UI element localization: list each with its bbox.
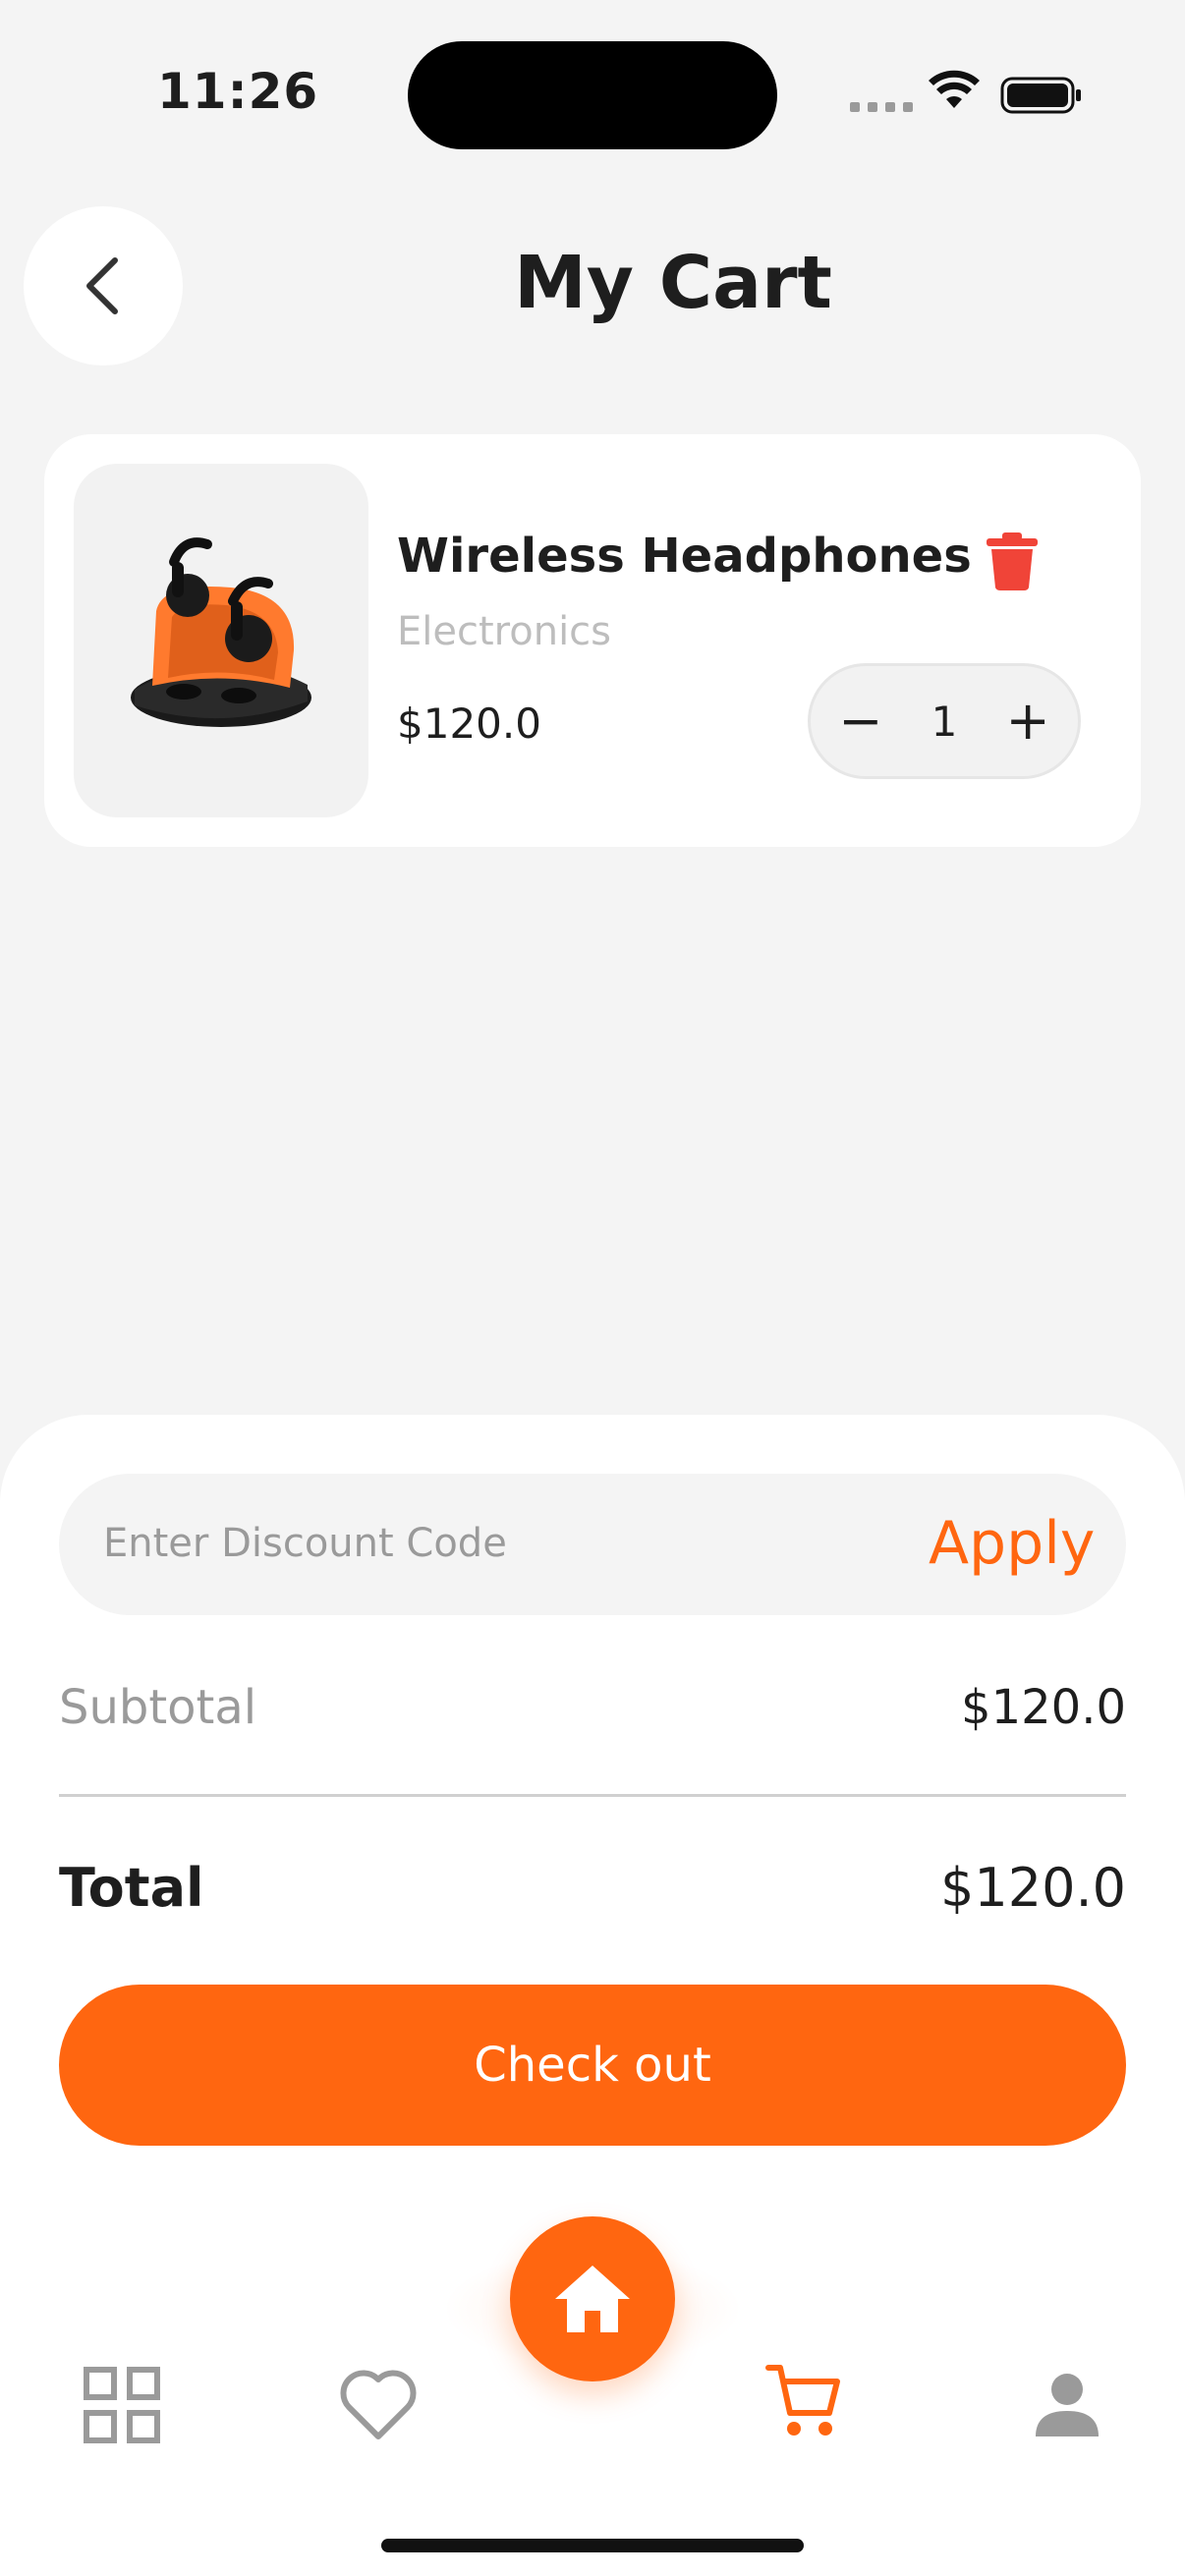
home-button[interactable] [510, 2216, 675, 2381]
subtotal-value: $120.0 [961, 1680, 1126, 1735]
home-indicator [381, 2539, 804, 2552]
apply-button[interactable]: Apply [929, 1509, 1095, 1578]
cellular-signal-icon [850, 102, 913, 112]
status-time: 11:26 [157, 63, 319, 120]
product-name[interactable]: Wireless Headphones [397, 529, 972, 584]
wifi-icon [929, 70, 980, 108]
subtotal-label: Subtotal [59, 1680, 257, 1735]
product-category: Electronics [397, 609, 612, 654]
increase-button[interactable]: + [998, 695, 1057, 748]
decrease-button[interactable]: − [831, 695, 890, 748]
product-price: $120.0 [397, 700, 541, 748]
battery-icon [1000, 77, 1081, 114]
cart-icon[interactable] [764, 2362, 843, 2440]
checkout-button[interactable]: Check out [59, 1985, 1126, 2146]
discount-code-input[interactable] [103, 1521, 791, 1566]
quantity-stepper: − 1 + [808, 663, 1081, 779]
total-value: $120.0 [940, 1857, 1126, 1919]
home-icon [555, 2266, 630, 2332]
dynamic-island [408, 41, 777, 149]
delete-icon[interactable] [983, 531, 1042, 591]
heart-icon[interactable] [339, 2366, 418, 2444]
divider [59, 1794, 1126, 1797]
page-title: My Cart [514, 241, 832, 325]
earbuds-image [131, 537, 311, 727]
quantity-value: 1 [931, 697, 958, 746]
total-label: Total [59, 1857, 204, 1919]
profile-icon[interactable] [1028, 2366, 1106, 2444]
grid-icon[interactable] [83, 2366, 161, 2444]
product-image[interactable] [74, 464, 368, 817]
